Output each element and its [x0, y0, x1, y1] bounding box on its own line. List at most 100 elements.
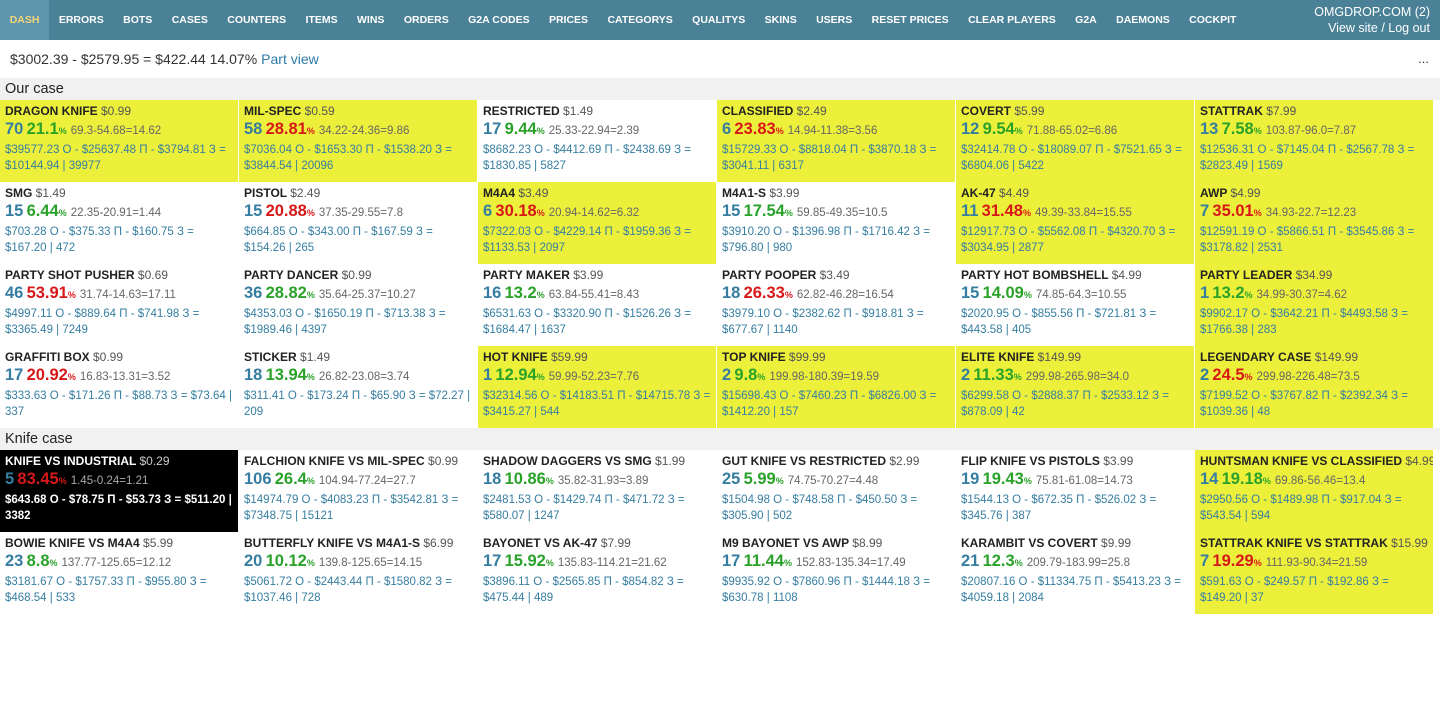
more-menu[interactable]: ... [1418, 51, 1429, 66]
nav-item-categorys[interactable]: CATEGORYS [598, 0, 683, 40]
profit-calc: $1544.13 О - $672.35 П - $526.02 З = $34… [961, 494, 1157, 522]
percent-sign: % [545, 558, 554, 568]
case-stats: 12 9.54% 71.88-65.02=6.86 [961, 119, 1189, 142]
case-card[interactable]: ELITE KNIFE $149.99 2 11.33% 299.98-265.98… [956, 346, 1195, 428]
case-stats: 17 20.92% 16.83-13.31=3.52 [5, 365, 233, 388]
case-stats: 6 23.83% 14.94-11.38=3.56 [722, 119, 950, 142]
profit-percent: 28.81 [265, 120, 307, 138]
open-count: 1 [1200, 284, 1210, 302]
case-name: PARTY MAKER $3.99 [483, 268, 604, 282]
case-name: ELITE KNIFE $149.99 [961, 350, 1082, 364]
percent-sign: % [306, 126, 315, 136]
case-stats: 7 35.01% 34.93-22.7=12.23 [1200, 201, 1428, 224]
profit-formula: 59.99-52.23=7.76 [548, 371, 640, 383]
nav-item-skins[interactable]: SKINS [755, 0, 806, 40]
case-card[interactable]: CLASSIFIED $2.49 6 23.83% 14.94-11.38=3.56… [717, 100, 956, 182]
open-count: 106 [244, 470, 272, 488]
nav-item-cockpit[interactable]: COCKPIT [1179, 0, 1246, 40]
nav-item-daemons[interactable]: DAEMONS [1106, 0, 1179, 40]
case-card[interactable]: M9 BAYONET VS AWP $8.99 17 11.44% 152.83-1… [717, 532, 956, 614]
nav-item-errors[interactable]: ERRORS [49, 0, 113, 40]
case-card[interactable]: SHADOW DAGGERS VS SMG $1.99 18 10.86% 35.8… [478, 450, 717, 532]
case-card[interactable]: TOP KNIFE $99.99 2 9.8% 199.98-180.39=19.5… [717, 346, 956, 428]
case-stats: 14 19.18% 69.86-56.46=13.4 [1200, 469, 1428, 492]
nav-item-reset-prices[interactable]: RESET PRICES [862, 0, 958, 40]
case-stats: 18 26.33% 62.82-46.28=16.54 [722, 283, 950, 306]
case-card[interactable]: HUNTSMAN KNIFE VS CLASSIFIED $4.99 14 19.… [1195, 450, 1434, 532]
case-price: $9.99 [1101, 536, 1132, 550]
nav-item-g2a[interactable]: G2A [1065, 0, 1106, 40]
nav-item-orders[interactable]: ORDERS [394, 0, 458, 40]
profit-percent: 28.82 [265, 284, 307, 302]
case-card[interactable]: M4A4 $3.49 6 30.18% 20.94-14.62=6.32 $7322.… [478, 182, 717, 264]
section-title: Knife case [0, 428, 1440, 450]
open-count: 2 [1200, 366, 1210, 384]
case-card[interactable]: PARTY DANCER $0.99 36 28.82% 35.64-25.37=1… [239, 264, 478, 346]
case-card[interactable]: BOWIE KNIFE VS M4A4 $5.99 23 8.8% 137.77-1… [0, 532, 239, 614]
profit-calc: $15698.43 О - $7460.23 П - $6826.00 З = … [722, 390, 937, 418]
nav-item-g2a-codes[interactable]: G2A CODES [458, 0, 539, 40]
case-card[interactable]: PISTOL $2.49 15 20.88% 37.35-29.55=7.8 $664… [239, 182, 478, 264]
nav-item-bots[interactable]: BOTS [113, 0, 162, 40]
case-card[interactable]: GRAFFITI BOX $0.99 17 20.92% 16.83-13.31=3… [0, 346, 239, 428]
open-count: 2 [722, 366, 732, 384]
percent-sign: % [49, 558, 58, 568]
logout-link[interactable]: Log out [1388, 21, 1430, 35]
case-card[interactable]: COVERT $5.99 12 9.54% 71.88-65.02=6.86 $324… [956, 100, 1195, 182]
profit-formula: 14.94-11.38=3.56 [787, 125, 878, 137]
part-view-link[interactable]: Part view [261, 51, 319, 67]
case-name: KNIFE VS INDUSTRIAL $0.29 [5, 454, 170, 468]
case-card[interactable]: FLIP KNIFE VS PISTOLS $3.99 19 19.43% 75.8… [956, 450, 1195, 532]
profit-formula: 74.85-64.3=10.55 [1035, 289, 1127, 301]
profit-calc: $643.68 О - $78.75 П - $53.73 З = $511.2… [5, 494, 232, 522]
profit-percent: 10.12 [265, 552, 307, 570]
case-card[interactable]: PARTY POOPER $3.49 18 26.33% 62.82-46.28=1… [717, 264, 956, 346]
case-card[interactable]: MIL-SPEC $0.59 58 28.81% 34.22-24.36=9.86 $… [239, 100, 478, 182]
case-stats: 5 83.45% 1.45-0.24=1.21 [5, 469, 233, 492]
case-card[interactable]: PARTY LEADER $34.99 1 13.2% 34.99-30.37=4.… [1195, 264, 1434, 346]
case-stats: 18 10.86% 35.82-31.93=3.89 [483, 469, 711, 492]
case-card[interactable]: HOT KNIFE $59.99 1 12.94% 59.99-52.23=7.76… [478, 346, 717, 428]
case-card[interactable]: RESTRICTED $1.49 17 9.44% 25.33-22.94=2.39… [478, 100, 717, 182]
nav-item-counters[interactable]: COUNTERS [218, 0, 296, 40]
case-name: PARTY LEADER $34.99 [1200, 268, 1333, 282]
nav-item-clear-players[interactable]: CLEAR PLAYERS [958, 0, 1065, 40]
case-card[interactable]: PARTY SHOT PUSHER $0.69 46 53.91% 31.74-14… [0, 264, 239, 346]
profit-formula: 25.33-22.94=2.39 [548, 125, 640, 137]
case-name: M4A4 $3.49 [483, 186, 549, 200]
nav-item-items[interactable]: ITEMS [296, 0, 347, 40]
case-card[interactable]: KNIFE VS INDUSTRIAL $0.29 5 83.45% 1.45-0.… [0, 450, 239, 532]
case-card[interactable]: BAYONET VS AK-47 $7.99 17 15.92% 135.83-11… [478, 532, 717, 614]
nav-item-users[interactable]: USERS [806, 0, 862, 40]
case-card[interactable]: STATTRAK $7.99 13 7.58% 103.87-96.0=7.87 $1… [1195, 100, 1434, 182]
case-card[interactable]: PARTY MAKER $3.99 16 13.2% 63.84-55.41=8.4… [478, 264, 717, 346]
case-card[interactable]: GUT KNIFE VS RESTRICTED $2.99 25 5.99% 74.… [717, 450, 956, 532]
view-site-link[interactable]: View site [1328, 21, 1378, 35]
nav-item-prices[interactable]: PRICES [539, 0, 597, 40]
nav-item-cases[interactable]: CASES [162, 0, 218, 40]
case-card[interactable]: AWP $4.99 7 35.01% 34.93-22.7=12.23 $12591.… [1195, 182, 1434, 264]
case-stats: 1 12.94% 59.99-52.23=7.76 [483, 365, 711, 388]
profit-calc: $8682.23 О - $4412.69 П - $2438.69 З = $… [483, 144, 691, 172]
case-card[interactable]: M4A1-S $3.99 15 17.54% 59.85-49.35=10.5 $39… [717, 182, 956, 264]
case-card[interactable]: STATTRAK KNIFE VS STATTRAK $15.99 7 19.29… [1195, 532, 1434, 614]
case-card[interactable]: SMG $1.49 15 6.44% 22.35-20.91=1.44 $703.28… [0, 182, 239, 264]
case-stats: 1 13.2% 34.99-30.37=4.62 [1200, 283, 1428, 306]
nav-item-wins[interactable]: WINS [347, 0, 394, 40]
nav-item-qualitys[interactable]: QUALITYS [682, 0, 754, 40]
case-price: $0.99 [101, 104, 132, 118]
open-count: 17 [483, 552, 502, 570]
nav-item-dash[interactable]: DASH [0, 0, 50, 40]
case-card[interactable]: AK-47 $4.49 11 31.48% 49.39-33.84=15.55 $12… [956, 182, 1195, 264]
case-price: $2.49 [290, 186, 321, 200]
case-name: STATTRAK $7.99 [1200, 104, 1297, 118]
case-card[interactable]: STICKER $1.49 18 13.94% 26.82-23.08=3.74 $3… [239, 346, 478, 428]
profit-percent: 26.33 [743, 284, 785, 302]
case-card[interactable]: KARAMBIT VS COVERT $9.99 21 12.3% 209.79-1… [956, 532, 1195, 614]
case-card[interactable]: FALCHION KNIFE VS MIL-SPEC $0.99 106 26.4… [239, 450, 478, 532]
profit-percent: 10.86 [504, 470, 546, 488]
case-card[interactable]: LEGENDARY CASE $149.99 2 24.5% 299.98-226.… [1195, 346, 1434, 428]
case-card[interactable]: PARTY HOT BOMBSHELL $4.99 15 14.09% 74.85-… [956, 264, 1195, 346]
case-card[interactable]: DRAGON KNIFE $0.99 70 21.1% 69.3-54.68=14.… [0, 100, 239, 182]
case-card[interactable]: BUTTERFLY KNIFE VS M4A1-S $6.99 20 10.12%… [239, 532, 478, 614]
